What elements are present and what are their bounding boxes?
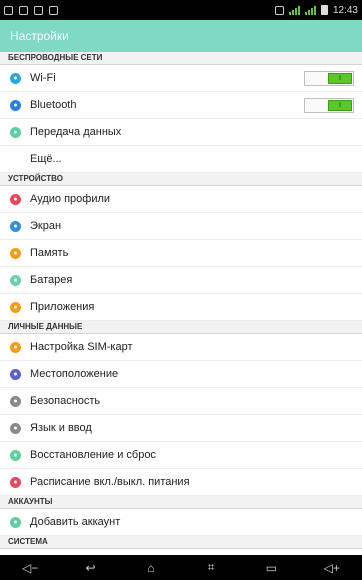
settings-item[interactable]: ● Расписание вкл./выкл. питания xyxy=(0,469,362,496)
toggle-switch[interactable]: I xyxy=(304,97,354,113)
settings-item-label: Ещё... xyxy=(30,153,62,165)
language-icon: ● xyxy=(10,422,21,434)
screenshot-icon[interactable]: ⌗ xyxy=(196,560,226,575)
recent-apps-icon[interactable]: ▭ xyxy=(256,561,286,575)
settings-item-label: Расписание вкл./выкл. питания xyxy=(30,476,190,488)
display-icon: ● xyxy=(10,220,21,232)
settings-item[interactable]: ● Добавить аккаунт xyxy=(0,509,362,536)
wifi-icon: ● xyxy=(10,72,21,84)
section-header: ЛИЧНЫЕ ДАННЫЕ xyxy=(0,321,362,334)
page-title: Настройки xyxy=(10,29,69,43)
image-notification-icon xyxy=(49,5,58,15)
signal-2-icon xyxy=(304,5,316,15)
toggle-switch[interactable]: I xyxy=(304,70,354,86)
bluetooth-icon: ● xyxy=(10,99,21,111)
backup-reset-icon: ● xyxy=(10,449,21,461)
toggle-knob: I xyxy=(328,99,352,111)
settings-item-label: Экран xyxy=(30,220,62,232)
settings-item[interactable]: ● Батарея xyxy=(0,267,362,294)
usb-icon xyxy=(4,5,13,15)
settings-item-label: Аудио профили xyxy=(30,193,111,205)
settings-item-label: Bluetooth xyxy=(30,99,77,111)
settings-item-label: Настройка SIM-карт xyxy=(30,341,133,353)
settings-item[interactable]: ● Настройка SIM-карт xyxy=(0,334,362,361)
signal-icon xyxy=(288,5,300,15)
settings-item[interactable]: ● Экран xyxy=(0,213,362,240)
audio-profiles-icon: ● xyxy=(10,193,21,205)
action-bar: Настройки xyxy=(0,20,362,52)
settings-item[interactable]: ● Приложения xyxy=(0,294,362,321)
add-account-icon: ● xyxy=(10,516,21,528)
storage-icon: ● xyxy=(10,247,21,259)
settings-item[interactable]: ● Аудио профили xyxy=(0,186,362,213)
settings-item-label: Приложения xyxy=(30,301,95,313)
settings-item[interactable]: ● Передача данных xyxy=(0,119,362,146)
settings-item-label: Безопасность xyxy=(30,395,101,407)
status-time: 12:43 xyxy=(332,4,358,16)
security-icon: ● xyxy=(10,395,21,407)
section-header: СИСТЕМА xyxy=(0,536,362,549)
battery-status-icon xyxy=(320,5,328,15)
settings-item-label: Передача данных xyxy=(30,126,122,138)
settings-item-label: Местоположение xyxy=(30,368,119,380)
settings-item-label: Добавить аккаунт xyxy=(30,516,121,528)
settings-item[interactable]: ● Язык и ввод xyxy=(0,415,362,442)
settings-item-label: Wi-Fi xyxy=(30,72,56,84)
back-icon[interactable]: ↩ xyxy=(75,561,105,575)
settings-item[interactable]: ● Безопасность xyxy=(0,388,362,415)
apps-icon: ● xyxy=(10,301,21,313)
volume-up-icon[interactable]: ◁+ xyxy=(317,561,347,575)
settings-item[interactable]: ● Память xyxy=(0,240,362,267)
section-header: УСТРОЙСТВО xyxy=(0,173,362,186)
toggle-knob: I xyxy=(328,72,352,84)
settings-item-label: Восстановление и сброс xyxy=(30,449,156,461)
wifi-status-icon xyxy=(34,5,43,15)
location-icon: ● xyxy=(10,368,21,380)
notification-icon xyxy=(19,5,28,15)
data-usage-icon: ● xyxy=(10,126,21,138)
settings-item[interactable]: Ещё... xyxy=(0,146,362,173)
power-schedule-icon: ● xyxy=(10,476,21,488)
volume-down-icon[interactable]: ◁− xyxy=(15,561,45,575)
navigation-bar: ◁− ↩ ⌂ ⌗ ▭ ◁+ xyxy=(0,555,362,580)
battery-icon: ● xyxy=(10,274,21,286)
home-icon[interactable]: ⌂ xyxy=(136,561,166,575)
settings-item[interactable]: ● Wi-Fi I xyxy=(0,65,362,92)
settings-item-label: Язык и ввод xyxy=(30,422,92,434)
section-header: АККАУНТЫ xyxy=(0,496,362,509)
sim-card-icon: ● xyxy=(10,341,21,353)
bluetooth-status-icon xyxy=(274,5,284,15)
settings-item-label: Батарея xyxy=(30,274,73,286)
status-bar: 12:43 xyxy=(0,0,362,20)
section-header: БЕСПРОВОДНЫЕ СЕТИ xyxy=(0,52,362,65)
settings-item[interactable]: ● Местоположение xyxy=(0,361,362,388)
settings-item-label: Память xyxy=(30,247,69,259)
settings-list[interactable]: БЕСПРОВОДНЫЕ СЕТИ ● Wi-Fi I ● Bluetooth I ● Пере… xyxy=(0,52,362,555)
settings-item[interactable]: ● Bluetooth I xyxy=(0,92,362,119)
settings-item[interactable]: ● Восстановление и сброс xyxy=(0,442,362,469)
